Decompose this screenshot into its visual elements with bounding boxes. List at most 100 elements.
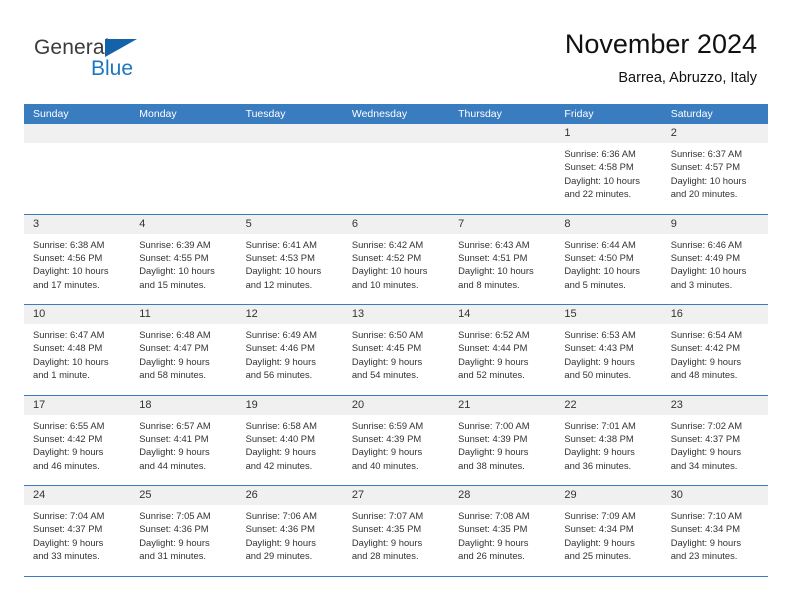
calendar-day-cell[interactable]: 23 Sunrise: 7:02 AM Sunset: 4:37 PM Dayligh… (661, 395, 768, 485)
daylight-duration: Daylight: 9 hours (670, 446, 742, 458)
calendar-day-cell[interactable]: 20 Sunrise: 6:59 AM Sunset: 4:39 PM Dayligh… (342, 395, 450, 485)
day-number: 7 (458, 217, 465, 230)
calendar-day-cell[interactable]: 21 Sunrise: 7:00 AM Sunset: 4:39 PM Dayligh… (449, 395, 556, 485)
sunset-time: Sunset: 4:47 PM (139, 342, 209, 354)
day-number-band: 12 (236, 305, 343, 324)
calendar-day-cell[interactable]: 13 Sunrise: 6:50 AM Sunset: 4:45 PM Dayligh… (342, 305, 450, 395)
calendar-day-cell[interactable]: 25 Sunrise: 7:05 AM Sunset: 4:36 PM Dayligh… (130, 486, 237, 576)
calendar-week-row: 1 Sunrise: 6:36 AM Sunset: 4:58 PM Daylight… (24, 124, 768, 215)
calendar-day-cell[interactable]: 12 Sunrise: 6:49 AM Sunset: 4:46 PM Dayligh… (236, 305, 343, 395)
calendar-day-cell[interactable]: 17 Sunrise: 6:55 AM Sunset: 4:42 PM Dayligh… (24, 395, 131, 485)
day-number: 14 (458, 308, 471, 320)
calendar-day-cell[interactable]: 14 Sunrise: 6:52 AM Sunset: 4:44 PM Dayligh… (449, 305, 556, 395)
daylight-duration: Daylight: 9 hours (139, 446, 210, 458)
calendar-day-cell[interactable]: 2 Sunrise: 6:37 AM Sunset: 4:57 PM Daylight… (661, 124, 768, 214)
daylight-duration: Daylight: 10 hours (139, 265, 215, 277)
calendar-day-cell[interactable]: 10 Sunrise: 6:47 AM Sunset: 4:48 PM Dayligh… (24, 305, 131, 395)
sunrise-time: Sunrise: 6:46 AM (670, 238, 743, 250)
sunset-time: Sunset: 4:37 PM (670, 432, 740, 444)
daylight-duration-cont: and 23 minutes. (670, 550, 738, 562)
daylight-duration: Daylight: 9 hours (458, 536, 529, 548)
daylight-duration: Daylight: 9 hours (33, 446, 104, 458)
day-details: Sunrise: 7:05 AM Sunset: 4:36 PM Daylight:… (130, 505, 236, 563)
day-number: 28 (458, 489, 471, 501)
calendar-day-cell[interactable]: 18 Sunrise: 6:57 AM Sunset: 4:41 PM Dayligh… (130, 395, 237, 485)
calendar-day-cell[interactable]: 6 Sunrise: 6:42 AM Sunset: 4:52 PM Daylight… (342, 214, 450, 304)
day-number-band: 18 (130, 395, 237, 415)
calendar-day-cell[interactable]: 3 Sunrise: 6:38 AM Sunset: 4:56 PM Daylight… (24, 214, 131, 304)
day-number-band (449, 124, 556, 143)
daylight-duration: Daylight: 9 hours (139, 355, 210, 367)
calendar-day-cell[interactable]: 28 Sunrise: 7:08 AM Sunset: 4:35 PM Dayligh… (449, 486, 556, 576)
calendar-day-cell[interactable]: 9 Sunrise: 6:46 AM Sunset: 4:49 PM Daylight… (661, 214, 768, 304)
day-number: 26 (245, 489, 258, 501)
sunrise-time: Sunrise: 6:49 AM (245, 329, 317, 340)
day-number-band (342, 124, 450, 143)
sunset-time: Sunset: 4:58 PM (564, 161, 634, 173)
general-blue-logo[interactable]: General Blue (34, 36, 234, 88)
logo-text-blue: Blue (91, 57, 134, 80)
daylight-duration: Daylight: 10 hours (33, 355, 109, 367)
daylight-duration: Daylight: 10 hours (458, 265, 534, 277)
daylight-duration-cont: and 10 minutes. (351, 278, 419, 290)
day-details: Sunrise: 6:39 AM Sunset: 4:55 PM Daylight:… (130, 234, 236, 292)
calendar-day-cell[interactable]: 11 Sunrise: 6:48 AM Sunset: 4:47 PM Dayligh… (130, 305, 237, 395)
weekday-header-monday: Monday (139, 108, 177, 120)
daylight-duration-cont: and 8 minutes. (458, 278, 520, 290)
day-number-band (130, 124, 237, 143)
calendar-day-cell[interactable]: 7 Sunrise: 6:43 AM Sunset: 4:51 PM Daylight… (449, 214, 556, 304)
sunset-time: Sunset: 4:39 PM (458, 432, 528, 444)
day-details (24, 143, 130, 147)
daylight-duration-cont: and 50 minutes. (564, 369, 632, 381)
day-number: 17 (33, 398, 46, 411)
sunrise-time: Sunrise: 6:37 AM (670, 148, 743, 159)
sunrise-time: Sunrise: 6:48 AM (139, 329, 211, 340)
weekday-header-thursday: Thursday (458, 108, 502, 120)
day-details (237, 143, 343, 147)
daylight-duration-cont: and 38 minutes. (458, 459, 525, 471)
daylight-duration-cont: and 29 minutes. (245, 550, 313, 562)
sunset-time: Sunset: 4:50 PM (564, 251, 634, 263)
sunset-time: Sunset: 4:37 PM (33, 523, 103, 535)
calendar-day-cell[interactable]: 1 Sunrise: 6:36 AM Sunset: 4:58 PM Daylight… (555, 124, 662, 214)
daylight-duration: Daylight: 10 hours (351, 265, 428, 277)
calendar-day-cell[interactable]: 16 Sunrise: 6:54 AM Sunset: 4:42 PM Dayligh… (661, 305, 768, 395)
calendar-day-cell[interactable]: 5 Sunrise: 6:41 AM Sunset: 4:53 PM Daylight… (236, 214, 343, 304)
day-number-band: 28 (449, 486, 556, 505)
day-details: Sunrise: 6:47 AM Sunset: 4:48 PM Daylight:… (24, 324, 130, 382)
calendar-day-cell[interactable]: 26 Sunrise: 7:06 AM Sunset: 4:36 PM Dayligh… (236, 486, 343, 576)
calendar-day-cell[interactable]: 27 Sunrise: 7:07 AM Sunset: 4:35 PM Dayligh… (342, 486, 450, 576)
calendar-day-cell[interactable]: 8 Sunrise: 6:44 AM Sunset: 4:50 PM Daylight… (555, 214, 662, 304)
calendar-day-cell[interactable]: 29 Sunrise: 7:09 AM Sunset: 4:34 PM Dayligh… (555, 486, 662, 576)
day-number: 27 (351, 489, 365, 501)
daylight-duration-cont: and 40 minutes. (351, 459, 419, 471)
sunset-time: Sunset: 4:39 PM (351, 432, 422, 444)
daylight-duration: Daylight: 9 hours (351, 446, 423, 458)
daylight-duration-cont: and 25 minutes. (564, 550, 632, 562)
day-number-band: 7 (449, 214, 556, 234)
daylight-duration-cont: and 12 minutes. (245, 278, 313, 290)
day-number: 2 (670, 127, 677, 139)
calendar-day-cell-empty (449, 124, 556, 214)
day-number: 3 (33, 217, 40, 230)
calendar-day-cell[interactable]: 22 Sunrise: 7:01 AM Sunset: 4:38 PM Dayligh… (555, 395, 662, 485)
day-details: Sunrise: 6:46 AM Sunset: 4:49 PM Daylight:… (662, 234, 768, 292)
daylight-duration: Daylight: 9 hours (670, 355, 742, 367)
day-details: Sunrise: 6:50 AM Sunset: 4:45 PM Daylight:… (343, 324, 449, 382)
day-details (130, 143, 236, 147)
calendar-day-cell[interactable]: 24 Sunrise: 7:04 AM Sunset: 4:37 PM Dayligh… (24, 486, 131, 576)
day-details: Sunrise: 6:37 AM Sunset: 4:57 PM Daylight:… (662, 143, 768, 201)
day-number: 12 (245, 308, 258, 320)
calendar-day-cell[interactable]: 19 Sunrise: 6:58 AM Sunset: 4:40 PM Dayligh… (236, 395, 343, 485)
day-number-band: 4 (130, 214, 237, 234)
day-number-band: 22 (555, 395, 662, 415)
weekday-header-tuesday: Tuesday (245, 108, 286, 120)
calendar-day-cell[interactable]: 30 Sunrise: 7:10 AM Sunset: 4:34 PM Dayligh… (661, 486, 768, 576)
calendar-day-cell[interactable]: 4 Sunrise: 6:39 AM Sunset: 4:55 PM Daylight… (130, 214, 237, 304)
calendar-day-cell[interactable]: 15 Sunrise: 6:53 AM Sunset: 4:43 PM Dayligh… (555, 305, 662, 395)
sunrise-time: Sunrise: 6:50 AM (351, 329, 424, 340)
day-details: Sunrise: 6:59 AM Sunset: 4:39 PM Daylight:… (343, 415, 449, 473)
sunrise-time: Sunrise: 6:38 AM (33, 238, 105, 250)
day-number: 9 (670, 217, 677, 230)
daylight-duration-cont: and 56 minutes. (245, 369, 313, 381)
